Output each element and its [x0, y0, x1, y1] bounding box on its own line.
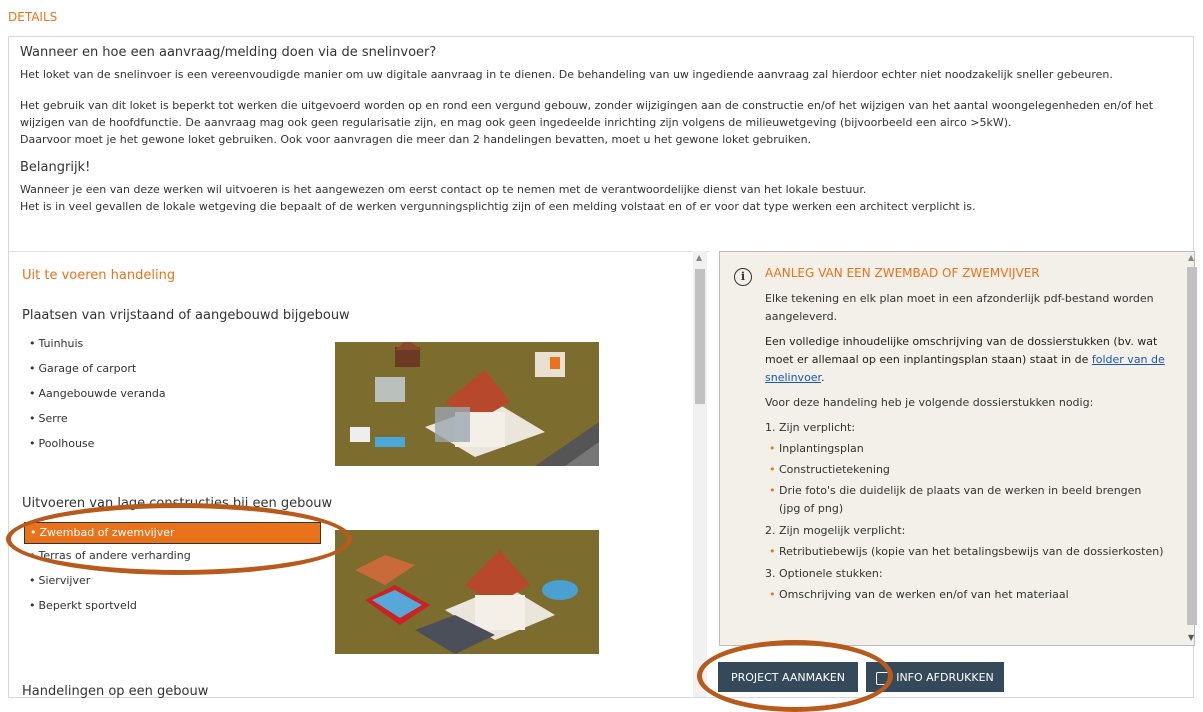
- left-scrollbar[interactable]: ▲: [693, 251, 707, 697]
- category-title-low-constructions: Uitvoeren van lage constructies bij een …: [22, 496, 333, 511]
- list-item-selected[interactable]: • Zwembad of zwemvijver: [24, 522, 321, 544]
- intro-paragraph-2: Het gebruik van dit loket is beperkt tot…: [20, 99, 1154, 129]
- section-title: Uit te voeren handeling: [22, 268, 176, 283]
- list-item[interactable]: • Serre: [29, 411, 166, 436]
- important-title: Belangrijk!: [20, 160, 91, 175]
- scrollbar-thumb[interactable]: [1187, 267, 1197, 625]
- outbuilding-illustration: [335, 342, 599, 466]
- print-info-button[interactable]: INFO AFDRUKKEN: [866, 662, 1004, 692]
- intro-section: Wanneer en hoe een aanvraag/melding doen…: [20, 45, 1182, 215]
- maybe-item: Retributiebewijs (kopie van het betaling…: [765, 543, 1165, 561]
- category-title-building-actions: Handelingen op een gebouw: [22, 684, 209, 698]
- category-title-outbuilding: Plaatsen van vrijstaand of aangebouwd bi…: [22, 308, 350, 323]
- info-paragraph-2: Een volledige inhoudelijke omschrijving …: [765, 335, 1165, 384]
- required-item: Inplantingsplan: [765, 440, 1165, 458]
- list-item[interactable]: • Terras of andere verharding: [29, 548, 321, 573]
- optional-title: 3. Optionele stukken:: [765, 567, 883, 580]
- info-body: Elke tekening en elk plan moet in een af…: [765, 290, 1165, 607]
- project-create-button[interactable]: PROJECT AANMAKEN: [718, 662, 858, 692]
- list-item[interactable]: • Garage of carport: [29, 361, 166, 386]
- required-item: Constructietekening: [765, 461, 1165, 479]
- intro-paragraph-3: Daarvoor moet je het gewone loket gebrui…: [20, 133, 812, 146]
- optional-item: Omschrijving van de werken en/of van het…: [765, 586, 1165, 604]
- info-paragraph-3: Voor deze handeling heb je volgende doss…: [765, 396, 1094, 409]
- info-paragraph-1: Elke tekening en elk plan moet in een af…: [765, 292, 1154, 323]
- intro-paragraph-4: Wanneer je een van deze werken wil uitvo…: [20, 183, 867, 196]
- details-label: DETAILS: [8, 10, 58, 24]
- list-item[interactable]: • Poolhouse: [29, 436, 166, 461]
- info-title: AANLEG VAN EEN ZWEMBAD OF ZWEMVIJVER: [765, 266, 1040, 280]
- scroll-down-icon[interactable]: ▼: [1188, 633, 1194, 642]
- intro-title: Wanneer en hoe een aanvraag/melding doen…: [20, 45, 437, 60]
- maybe-title: 2. Zijn mogelijk verplicht:: [765, 524, 906, 537]
- list-item[interactable]: • Siervijver: [29, 573, 321, 598]
- info-scrollbar[interactable]: ▲ ▼: [1185, 251, 1199, 644]
- info-panel: i AANLEG VAN EEN ZWEMBAD OF ZWEMVIJVER E…: [719, 251, 1195, 646]
- details-panel: Wanneer en hoe een aanvraag/melding doen…: [8, 36, 1197, 698]
- info-icon: i: [734, 268, 752, 286]
- intro-paragraph-1: Het loket van de snelinvoer is een veree…: [20, 68, 1113, 81]
- required-title: 1. Zijn verplicht:: [765, 421, 856, 434]
- scrollbar-thumb[interactable]: [695, 269, 705, 404]
- category-list-low-constructions: • Zwembad of zwemvijver • Terras of andere…: [24, 522, 321, 623]
- category-list-outbuilding: • Tuinhuis • Garage of carport • Aangebouwd…: [29, 336, 166, 461]
- scroll-up-icon[interactable]: ▲: [1188, 253, 1194, 262]
- low-construction-illustration: [335, 530, 599, 654]
- print-icon: [876, 671, 891, 685]
- action-list-panel: Uit te voeren handeling Plaatsen van vri…: [9, 251, 709, 698]
- required-item: Drie foto's die duidelijk de plaats van …: [765, 482, 1165, 518]
- print-button-label: INFO AFDRUKKEN: [896, 671, 994, 684]
- scroll-up-icon[interactable]: ▲: [696, 253, 702, 262]
- intro-paragraph-5: Het is in veel gevallen de lokale wetgev…: [20, 200, 976, 213]
- list-item[interactable]: • Beperkt sportveld: [29, 598, 321, 623]
- list-item[interactable]: • Aangebouwde veranda: [29, 386, 166, 411]
- list-item[interactable]: • Tuinhuis: [29, 336, 166, 361]
